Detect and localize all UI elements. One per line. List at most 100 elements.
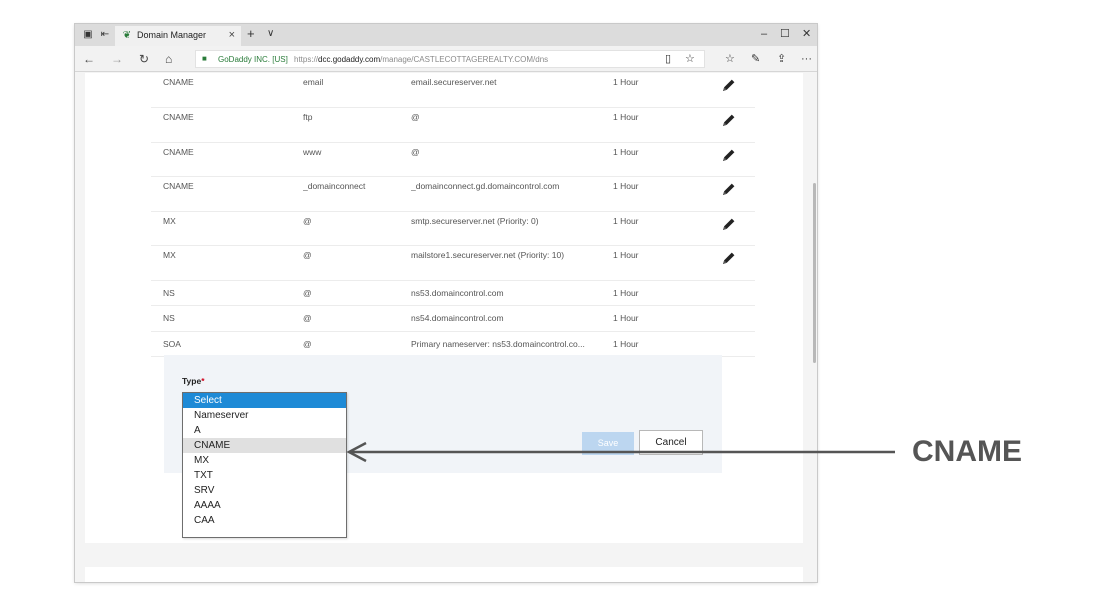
record-actions <box>719 280 755 306</box>
next-section-card <box>85 567 803 582</box>
record-type: CNAME <box>151 142 303 177</box>
dns-record-row: NS @ ns53.domaincontrol.com 1 Hour <box>151 280 755 306</box>
dns-record-row: SOA @ Primary nameserver: ns53.domaincontr… <box>151 331 755 357</box>
more-icon[interactable]: ··· <box>801 53 812 65</box>
screenshot-stage: ▣ ⇤ ❦ Domain Manager × + ∨ – ☐ ✕ ← → ↻ ⌂… <box>0 0 1109 607</box>
navigation-bar: ← → ↻ ⌂ ■ GoDaddy INC. [US] https://dcc.… <box>75 46 817 72</box>
record-value: Primary nameserver: ns53.domaincontrol.c… <box>411 331 613 357</box>
lock-icon: ■ <box>202 54 207 63</box>
type-option-txt[interactable]: TXT <box>183 468 346 483</box>
set-tabs-aside-icon[interactable]: ⇤ <box>99 29 111 41</box>
record-value: ns54.domaincontrol.com <box>411 305 613 332</box>
dns-record-row: NS @ ns54.domaincontrol.com 1 Hour <box>151 305 755 332</box>
record-type: CNAME <box>151 176 303 212</box>
new-tab-icon[interactable]: + <box>247 27 255 41</box>
record-ttl: 1 Hour <box>613 176 719 212</box>
forward-icon[interactable]: → <box>111 52 123 66</box>
type-label: Type* <box>182 376 205 386</box>
record-ttl: 1 Hour <box>613 142 719 177</box>
record-value: @ <box>411 142 613 177</box>
url-path: /manage/CASTLECOTTAGEREALTY.COM/dns <box>380 55 549 64</box>
record-value: mailstore1.secureserver.net (Priority: 1… <box>411 245 613 281</box>
page-content: CNAME email email.secureserver.net 1 Hour CN… <box>75 73 817 582</box>
maximize-icon[interactable]: ☐ <box>780 28 790 40</box>
record-name: @ <box>303 280 411 306</box>
record-type: CNAME <box>151 73 303 108</box>
record-actions <box>719 107 755 143</box>
annotation-label: CNAME <box>912 435 1022 468</box>
godaddy-favicon-icon: ❦ <box>122 30 132 41</box>
home-icon[interactable]: ⌂ <box>165 52 172 66</box>
tab-menu-chevron-icon[interactable]: ∨ <box>267 27 274 41</box>
edit-pencil-icon[interactable] <box>721 216 737 232</box>
record-value: _domainconnect.gd.domaincontrol.com <box>411 176 613 212</box>
type-option-nameserver[interactable]: Nameserver <box>183 408 346 423</box>
edit-pencil-icon[interactable] <box>721 112 737 128</box>
url-domain: dcc.godaddy.com <box>318 55 381 64</box>
record-ttl: 1 Hour <box>613 331 719 357</box>
back-icon[interactable]: ← <box>83 52 95 66</box>
tab-title: Domain Manager <box>137 30 207 40</box>
dns-record-row: MX @ mailstore1.secureserver.net (Priority… <box>151 245 755 281</box>
refresh-icon[interactable]: ↻ <box>139 52 149 66</box>
type-dropdown-listbox[interactable]: Select Nameserver A CNAME MX TXT SRV AAAA CAA <box>182 392 347 538</box>
required-mark: * <box>201 376 205 386</box>
minimize-icon[interactable]: – <box>761 28 767 40</box>
record-actions <box>719 73 755 108</box>
record-actions <box>719 305 755 332</box>
page-scrollbar[interactable] <box>813 183 816 363</box>
tab-actions-icon[interactable]: ▣ <box>82 29 94 41</box>
address-bar[interactable]: ■ GoDaddy INC. [US] https://dcc.godaddy.… <box>195 50 705 68</box>
record-type: NS <box>151 305 303 332</box>
record-name: @ <box>303 305 411 332</box>
type-label-text: Type <box>182 376 202 386</box>
url-text: https://dcc.godaddy.com/manage/CASTLECOT… <box>294 55 548 64</box>
dns-record-row: MX @ smtp.secureserver.net (Priority: 0) 1 … <box>151 211 755 246</box>
tab-close-icon[interactable]: × <box>229 29 235 41</box>
record-actions <box>719 176 755 212</box>
site-identity[interactable]: GoDaddy INC. [US] <box>218 55 288 64</box>
edit-pencil-icon[interactable] <box>721 250 737 266</box>
record-value: @ <box>411 107 613 143</box>
window-close-icon[interactable]: ✕ <box>802 28 811 40</box>
record-name: @ <box>303 245 411 281</box>
edit-pencil-icon[interactable] <box>721 181 737 197</box>
favorites-hub-icon[interactable]: ☆ <box>725 53 735 65</box>
dns-record-row: CNAME ftp @1 Hour <box>151 107 755 143</box>
record-ttl: 1 Hour <box>613 245 719 281</box>
favorite-star-icon[interactable]: ☆ <box>685 53 695 65</box>
dns-record-row: CNAME _domainconnect _domainconnect.gd.dom… <box>151 176 755 212</box>
type-option-mx[interactable]: MX <box>183 453 346 468</box>
record-type: MX <box>151 245 303 281</box>
dns-records-card: CNAME email email.secureserver.net 1 Hour CN… <box>85 73 803 543</box>
type-option-a[interactable]: A <box>183 423 346 438</box>
type-option-srv[interactable]: SRV <box>183 483 346 498</box>
reading-view-icon[interactable]: ▯ <box>665 53 671 65</box>
record-name: @ <box>303 211 411 246</box>
type-option-select[interactable]: Select <box>183 393 346 408</box>
record-value: email.secureserver.net <box>411 73 613 108</box>
record-name: www <box>303 142 411 177</box>
record-value: smtp.secureserver.net (Priority: 0) <box>411 211 613 246</box>
record-name: @ <box>303 331 411 357</box>
record-type: SOA <box>151 331 303 357</box>
tab-domain-manager[interactable]: ❦ Domain Manager × <box>115 26 241 46</box>
record-type: MX <box>151 211 303 246</box>
type-option-cname[interactable]: CNAME <box>183 438 346 453</box>
record-actions <box>719 142 755 177</box>
type-option-caa[interactable]: CAA <box>183 513 346 528</box>
web-notes-icon[interactable]: ✎ <box>751 53 760 65</box>
record-ttl: 1 Hour <box>613 211 719 246</box>
record-value: ns53.domaincontrol.com <box>411 280 613 306</box>
annotation-arrow <box>346 441 895 463</box>
browser-window: ▣ ⇤ ❦ Domain Manager × + ∨ – ☐ ✕ ← → ↻ ⌂… <box>75 24 817 582</box>
dns-record-row: CNAME www @1 Hour <box>151 142 755 177</box>
edit-pencil-icon[interactable] <box>721 77 737 93</box>
dns-records-table: CNAME email email.secureserver.net 1 Hour CN… <box>151 73 755 357</box>
record-actions <box>719 331 755 357</box>
share-icon[interactable]: ⇪ <box>777 53 786 65</box>
type-option-aaaa[interactable]: AAAA <box>183 498 346 513</box>
edit-pencil-icon[interactable] <box>721 147 737 163</box>
url-prefix: https:// <box>294 55 319 64</box>
record-name: email <box>303 73 411 108</box>
